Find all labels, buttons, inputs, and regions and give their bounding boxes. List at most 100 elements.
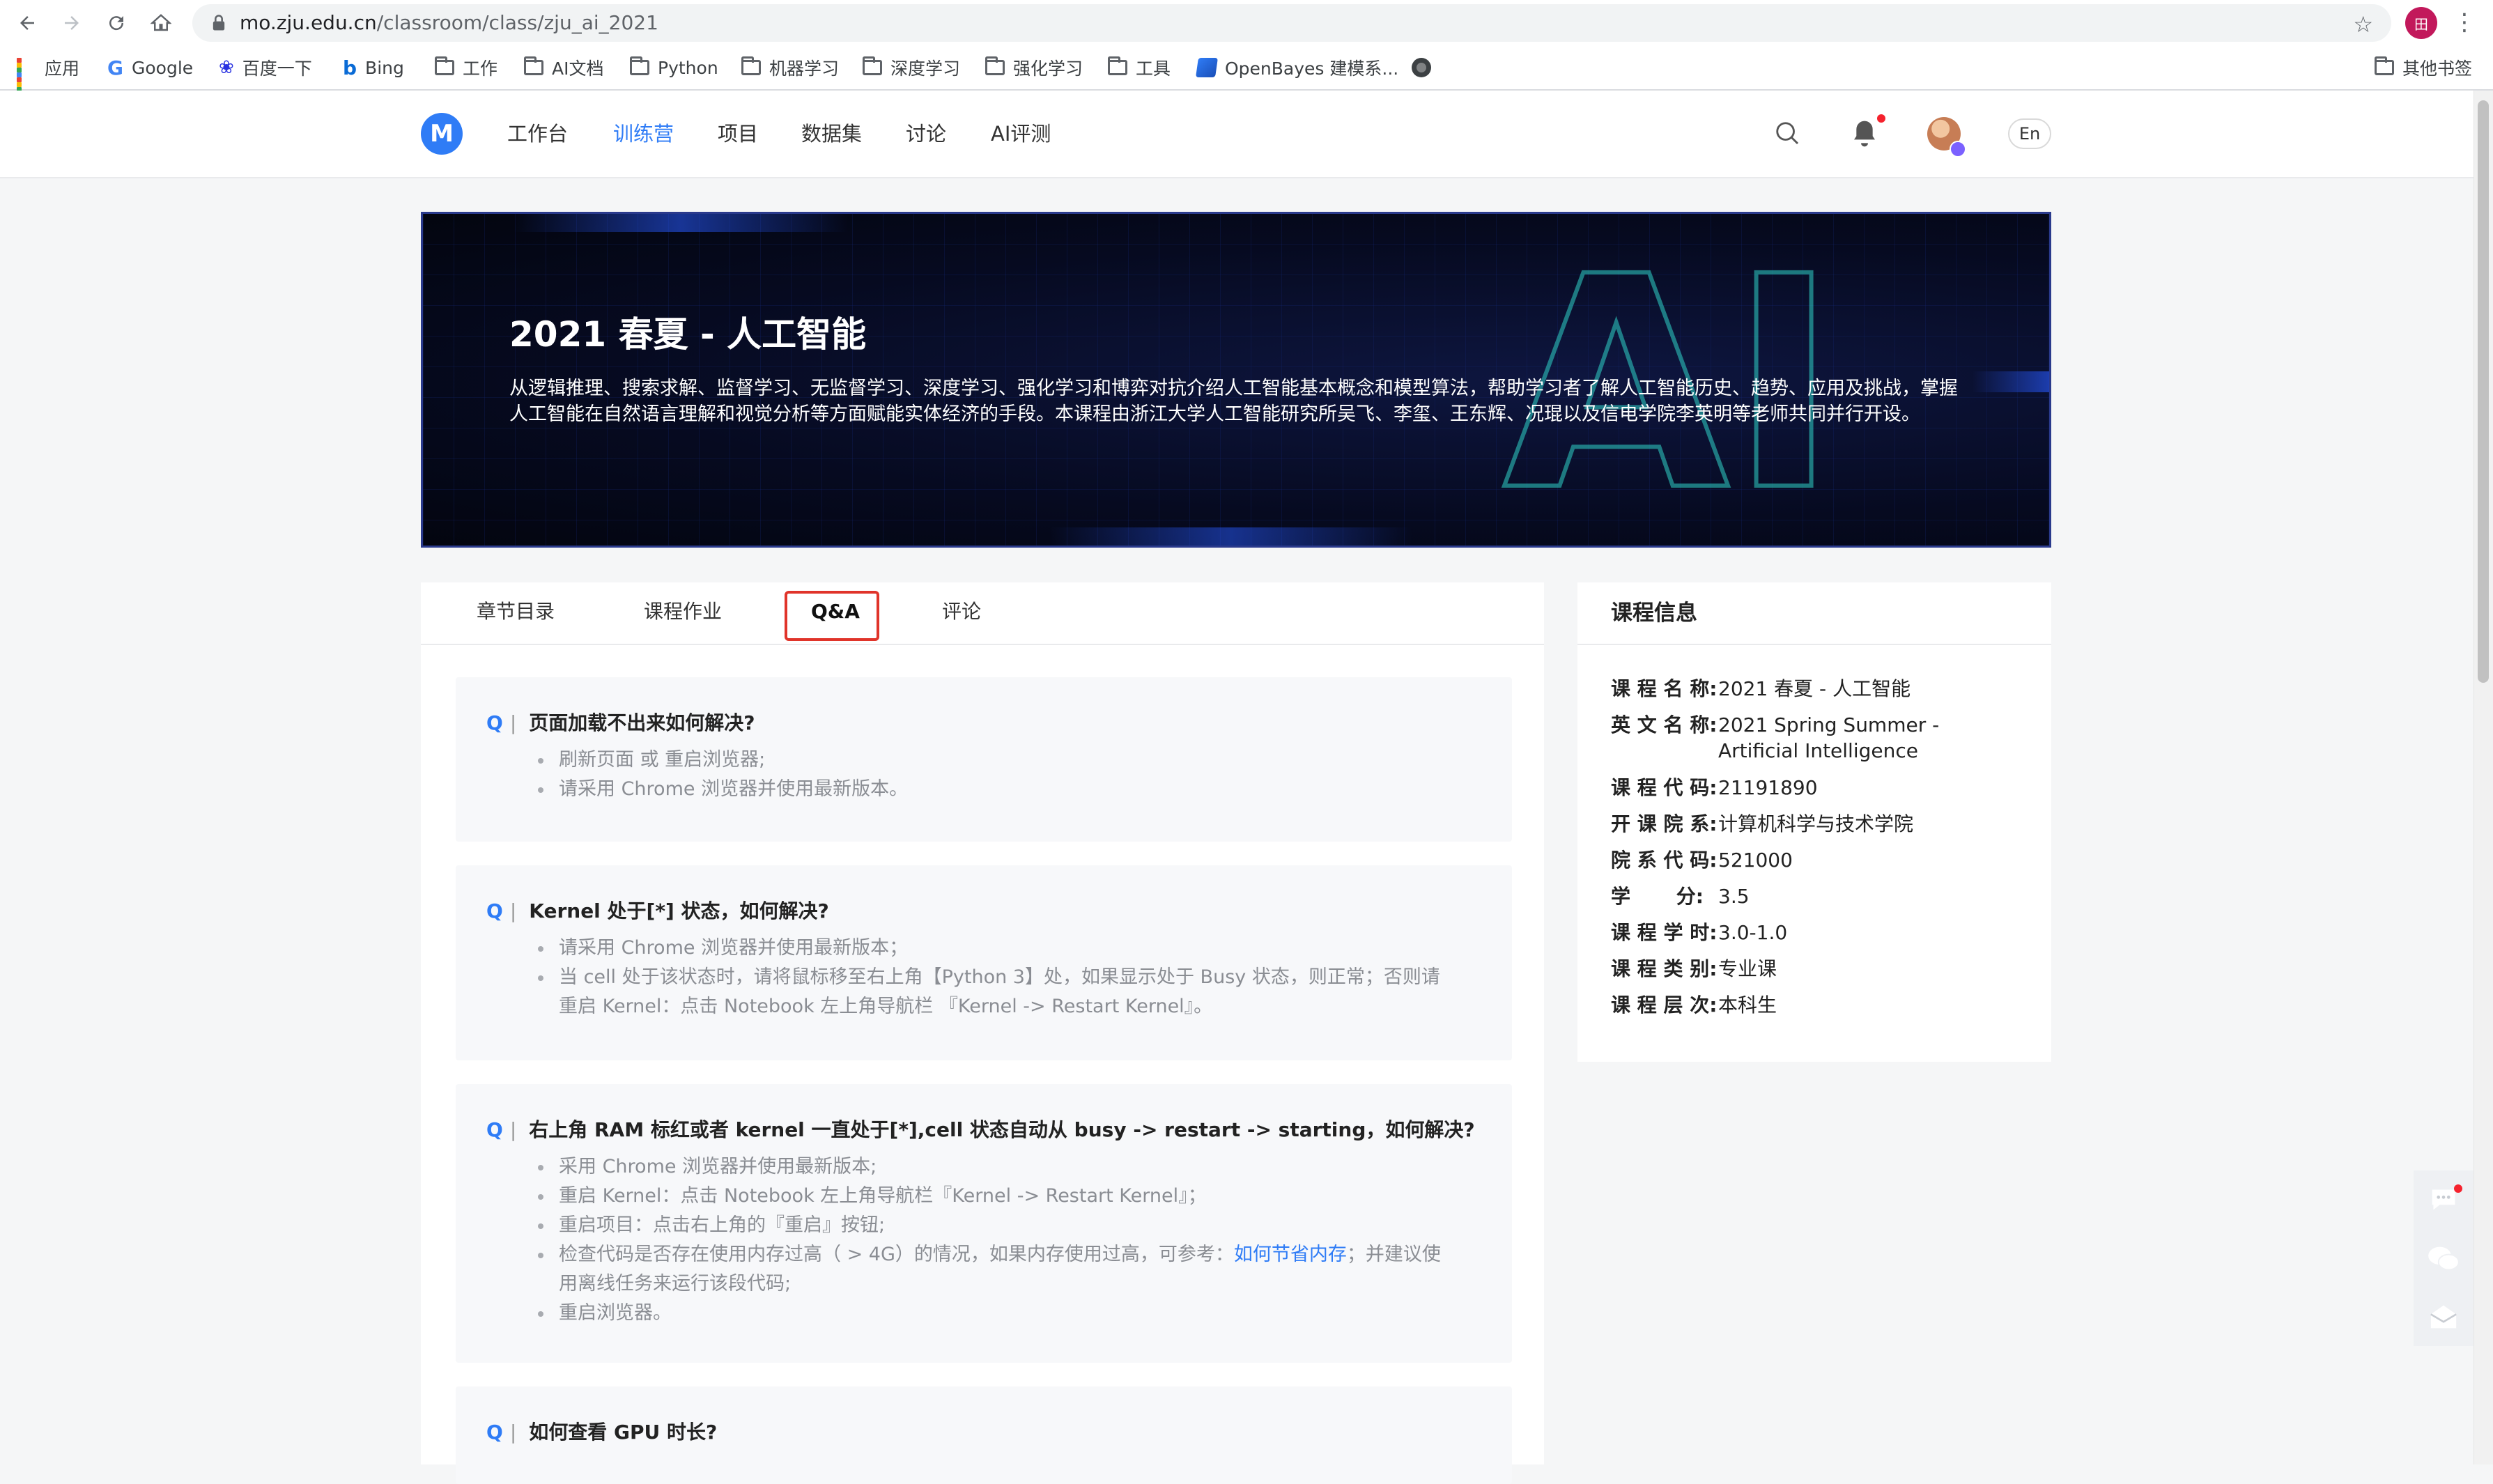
chat-unread-dot — [2454, 1184, 2462, 1193]
qa-answer-list: 刷新页面 或 重启浏览器; 请采用 Chrome 浏览器并使用最新版本。 — [532, 745, 908, 804]
home-icon[interactable] — [145, 7, 177, 39]
avatar-badge — [1950, 141, 1966, 157]
qa-answer: 请采用 Chrome 浏览器并使用最新版本。 — [532, 775, 908, 804]
forward-icon[interactable] — [56, 7, 88, 39]
qa-answer-list: 采用 Chrome 浏览器并使用最新版本; 重启 Kernel：点击 Noteb… — [532, 1152, 1441, 1328]
bell-icon[interactable] — [1851, 118, 1878, 149]
bookmark-folder-python[interactable]: Python — [630, 46, 718, 89]
bookmark-folder-rl[interactable]: 强化学习 — [985, 46, 1083, 89]
qa-answer: 检查代码是否存在使用内存过高（ > 4G）的情况，如果内存使用过高，可参考：如何… — [532, 1240, 1441, 1299]
info-row-department: 开 课 院 系: 计算机科学与技术学院 — [1611, 812, 1914, 835]
qa-answer-list: 请采用 Chrome 浏览器并使用最新版本； 当 cell 处于该状态时，请将鼠… — [532, 934, 1440, 1021]
qa-question: Q | 右上角 RAM 标红或者 kernel 一直处于[*],cell 状态自动从… — [486, 1118, 1475, 1141]
bookmark-folder-dl[interactable]: 深度学习 — [863, 46, 960, 89]
nav-datasets[interactable]: 数据集 — [801, 120, 862, 148]
main-content-card: 章节目录 课程作业 Q&A 评论 Q | 页面加载不出来如何解决? 刷新页面 或 重… — [421, 582, 1544, 1484]
qa-item: Q | Kernel 处于[*] 状态，如何解决? 请采用 Chrome 浏览器并使… — [456, 865, 1512, 1060]
lock-icon — [213, 15, 225, 31]
openbayes-icon — [1196, 58, 1218, 77]
course-title: 2021 春夏 - 人工智能 — [509, 314, 867, 355]
q-separator: | — [509, 711, 517, 734]
bookmark-folder-other[interactable]: 其他书签 — [2375, 46, 2472, 89]
tab-comments[interactable]: 评论 — [942, 598, 981, 626]
divider — [1577, 644, 2051, 645]
site-logo[interactable]: M — [421, 113, 463, 155]
folder-icon — [741, 56, 761, 75]
bookmark-folder-tools[interactable]: 工具 — [1108, 46, 1171, 89]
profile-avatar[interactable]: 田 — [2405, 7, 2437, 39]
site-header: M 工作台 训练营 项目 数据集 讨论 AI评测 En — [0, 91, 2473, 178]
qa-item: Q | 右上角 RAM 标红或者 kernel 一直处于[*],cell 状态自动从… — [456, 1084, 1512, 1363]
back-icon[interactable] — [11, 7, 43, 39]
globe-icon — [1412, 58, 1431, 77]
course-tabs: 章节目录 课程作业 Q&A 评论 — [421, 582, 1544, 645]
bookmark-openbayes[interactable]: OpenBayes 建模系... — [1196, 46, 1398, 89]
qa-answer: 重启项目：点击右上角的『重启』按钮; — [532, 1211, 1441, 1240]
scrollbar-thumb[interactable] — [2478, 100, 2489, 683]
bookmark-bing[interactable]: b Bing — [343, 46, 404, 89]
bookmark-google[interactable]: G Google — [107, 46, 193, 89]
nav-projects[interactable]: 项目 — [718, 120, 758, 148]
qa-item: Q | 如何查看 GPU 时长? — [456, 1386, 1512, 1484]
folder-icon — [985, 56, 1005, 75]
star-icon[interactable]: ☆ — [2353, 11, 2373, 38]
qa-question: Q | Kernel 处于[*] 状态，如何解决? — [486, 899, 829, 922]
chat-button[interactable] — [2414, 1170, 2473, 1229]
bookmark-folder-ml[interactable]: 机器学习 — [741, 46, 839, 89]
address-bar[interactable]: mo.zju.edu.cn/classroom/class/zju_ai_202… — [192, 4, 2391, 42]
nav-ai-evaluation[interactable]: AI评测 — [991, 120, 1051, 148]
google-icon: G — [107, 56, 123, 79]
banner-light-streak — [514, 214, 848, 232]
browser-toolbar: mo.zju.edu.cn/classroom/class/zju_ai_202… — [0, 0, 2493, 46]
wechat-button[interactable] — [2414, 1229, 2473, 1288]
course-description: 从逻辑推理、搜索求解、监督学习、无监督学习、深度学习、强化学习和博弈对抗介绍人工… — [509, 378, 1958, 425]
folder-icon — [435, 56, 454, 75]
bookmark-folder-ai-docs[interactable]: AI文档 — [524, 46, 603, 89]
nav-training-camp[interactable]: 训练营 — [613, 120, 674, 148]
course-info-title: 课程信息 — [1611, 601, 1697, 626]
course-banner: AI 2021 春夏 - 人工智能 从逻辑推理、搜索求解、监督学习、无监督学习、… — [421, 212, 2051, 548]
tab-assignments[interactable]: 课程作业 — [644, 598, 722, 626]
q-separator: | — [509, 899, 517, 922]
folder-icon — [2375, 56, 2394, 75]
bookmark-globe[interactable] — [1412, 46, 1440, 89]
apps-grid-icon — [17, 58, 36, 102]
folder-icon — [630, 56, 649, 75]
info-row-course-name: 课 程 名 称: 2021 春夏 - 人工智能 — [1611, 677, 1911, 700]
info-row-hours: 课 程 学 时: 3.0-1.0 — [1611, 921, 1788, 944]
bookmark-baidu[interactable]: ❀ 百度一下 — [219, 46, 312, 89]
q-marker: Q — [486, 1118, 503, 1141]
banner-light-streak — [1973, 371, 2049, 392]
bookmark-folder-work[interactable]: 工作 — [435, 46, 497, 89]
qa-answer: 刷新页面 或 重启浏览器; — [532, 745, 908, 775]
language-switch-button[interactable]: En — [2008, 118, 2051, 149]
info-row-credits: 学 分: 3.5 — [1611, 885, 1750, 908]
bing-icon: b — [343, 56, 357, 79]
reload-icon[interactable] — [100, 7, 132, 39]
active-tab-highlight — [785, 591, 879, 641]
course-info-card: 课程信息 课 程 名 称: 2021 春夏 - 人工智能 英 文 名 称: 2021… — [1577, 582, 2051, 1062]
menu-icon[interactable]: ⋮ — [2453, 8, 2476, 36]
qa-answer: 当 cell 处于该状态时，请将鼠标移至右上角【Python 3】处，如果显示处… — [532, 963, 1440, 1021]
qa-answer: 采用 Chrome 浏览器并使用最新版本; — [532, 1152, 1441, 1182]
mail-icon — [2430, 1305, 2457, 1329]
nav-discussion[interactable]: 讨论 — [906, 120, 946, 148]
q-marker: Q — [486, 1421, 503, 1444]
folder-icon — [863, 56, 882, 75]
folder-icon — [524, 56, 543, 75]
save-memory-link[interactable]: 如何节省内存 — [1234, 1244, 1347, 1265]
message-button[interactable] — [2414, 1288, 2473, 1346]
tab-chapter-list[interactable]: 章节目录 — [477, 598, 555, 626]
search-icon[interactable] — [1774, 120, 1800, 146]
bookmark-apps[interactable]: 应用 — [17, 46, 79, 102]
qa-item: Q | 页面加载不出来如何解决? 刷新页面 或 重启浏览器; 请采用 Chrome … — [456, 677, 1512, 842]
q-separator: | — [509, 1118, 517, 1141]
folder-icon — [1108, 56, 1127, 75]
info-row-category: 课 程 类 别: 专业课 — [1611, 957, 1777, 980]
qa-answer: 重启 Kernel：点击 Notebook 左上角导航栏『Kernel -> R… — [532, 1182, 1441, 1211]
baidu-paw-icon: ❀ — [219, 57, 234, 78]
nav-workbench[interactable]: 工作台 — [507, 120, 568, 148]
bookmarks-bar: 应用 G Google ❀ 百度一下 b Bing 工作 AI文档 Python 机器… — [0, 46, 2493, 102]
q-separator: | — [509, 1421, 517, 1444]
notification-dot — [1877, 114, 1885, 123]
